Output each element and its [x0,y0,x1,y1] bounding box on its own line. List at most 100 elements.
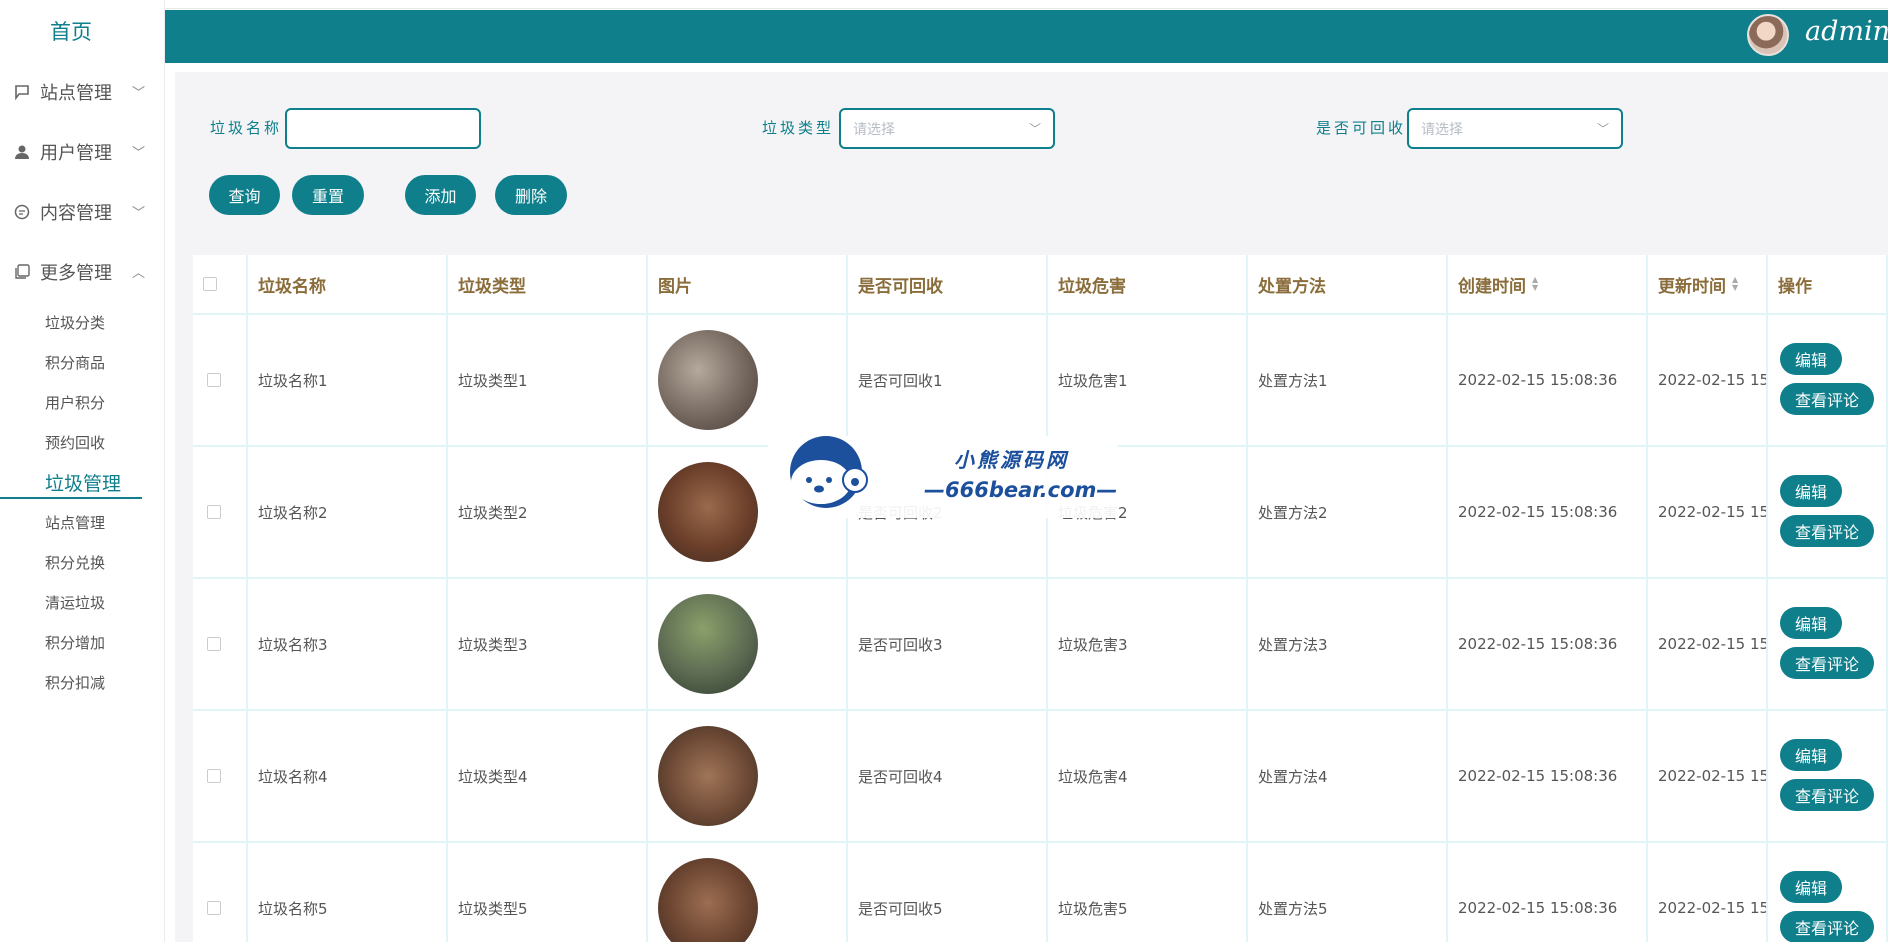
cell-updated: 2022-02-15 15 [1648,315,1768,447]
view-comments-button[interactable]: 查看评论 [1780,911,1874,942]
garbage-image[interactable] [658,858,758,942]
cell-method: 处置方法5 [1248,843,1448,942]
garbage-image[interactable] [658,330,758,430]
username[interactable]: admin [1805,16,1888,47]
edit-button[interactable]: 编辑 [1780,343,1842,375]
garbage-name-input[interactable] [285,108,481,149]
top-header [165,10,1888,63]
submenu-user-points[interactable]: 用户积分 [45,392,105,413]
cell-created: 2022-02-15 15:08:36 [1448,579,1648,711]
submenu-points-deduct[interactable]: 积分扣减 [45,672,105,693]
select-placeholder: 请选择 [853,121,895,138]
menu-label: 用户管理 [40,143,112,164]
submenu-points-add[interactable]: 积分增加 [45,632,105,653]
add-button[interactable]: 添加 [405,175,476,215]
row-checkbox[interactable] [207,769,221,783]
user-icon [13,143,31,161]
cell-actions: 编辑 查看评论 [1768,711,1888,843]
reset-button[interactable]: 重置 [292,175,364,215]
submenu-booking-recycle[interactable]: 预约回收 [45,432,105,453]
menu-more-management[interactable]: 更多管理 ︿ [0,256,150,288]
menu-content-management[interactable]: 内容管理 ﹀ [0,196,150,228]
menu-label: 更多管理 [40,263,112,284]
cell-updated: 2022-02-15 15 [1648,843,1768,942]
cell-type: 垃圾类型4 [448,711,648,843]
delete-button[interactable]: 删除 [495,175,567,215]
col-header-actions: 操作 [1768,255,1888,315]
cell-recyclable: 是否可回收1 [848,315,1048,447]
row-checkbox[interactable] [207,373,221,387]
col-header-updated-label: 更新时间 [1658,276,1726,297]
col-header-created[interactable]: 创建时间 ▲ ▼ [1448,255,1648,315]
copy-icon [13,263,31,281]
row-select-cell [193,711,248,843]
recyclable-select[interactable]: 请选择 ﹀ [1407,108,1623,149]
window-top-border [0,0,1888,9]
cell-method: 处置方法2 [1248,447,1448,579]
cell-recyclable: 是否可回收4 [848,711,1048,843]
cell-created: 2022-02-15 15:08:36 [1448,843,1648,942]
col-header-image: 图片 [648,255,848,315]
row-checkbox[interactable] [207,505,221,519]
cell-image [648,579,848,711]
garbage-image[interactable] [658,726,758,826]
edit-button[interactable]: 编辑 [1780,475,1842,507]
cell-image [648,711,848,843]
view-comments-button[interactable]: 查看评论 [1780,779,1874,811]
submenu-points-products[interactable]: 积分商品 [45,352,105,373]
cell-created: 2022-02-15 15:08:36 [1448,315,1648,447]
cell-type: 垃圾类型5 [448,843,648,942]
cell-method: 处置方法1 [1248,315,1448,447]
cell-name: 垃圾名称5 [248,843,448,942]
cell-hazard: 垃圾危害5 [1048,843,1248,942]
col-header-method: 处置方法 [1248,255,1448,315]
view-comments-button[interactable]: 查看评论 [1780,515,1874,547]
query-button[interactable]: 查询 [209,175,280,215]
filter-recyclable-label: 是否可回收 [1316,119,1407,137]
garbage-image[interactable] [658,462,758,562]
garbage-image[interactable] [658,594,758,694]
row-checkbox[interactable] [207,901,221,915]
cell-actions: 编辑 查看评论 [1768,843,1888,942]
avatar[interactable] [1747,14,1789,56]
cell-name: 垃圾名称1 [248,315,448,447]
chevron-down-icon: ﹀ [1028,122,1041,136]
cell-name: 垃圾名称2 [248,447,448,579]
filter-name-label: 垃圾名称 [210,119,283,137]
home-link[interactable]: 首页 [0,16,142,46]
submenu-points-exchange[interactable]: 积分兑换 [45,552,105,573]
select-all-checkbox[interactable] [203,277,217,291]
col-header-created-label: 创建时间 [1458,276,1526,297]
col-header-hazard: 垃圾危害 [1048,255,1248,315]
sort-icon[interactable]: ▲ ▼ [1532,276,1538,292]
cell-actions: 编辑 查看评论 [1768,579,1888,711]
menu-user-management[interactable]: 用户管理 ﹀ [0,136,150,168]
cell-updated: 2022-02-15 15 [1648,579,1768,711]
cell-created: 2022-02-15 15:08:36 [1448,447,1648,579]
cell-method: 处置方法4 [1248,711,1448,843]
row-checkbox[interactable] [207,637,221,651]
view-comments-button[interactable]: 查看评论 [1780,647,1874,679]
flag-icon [13,83,31,101]
col-header-updated[interactable]: 更新时间 ▲ ▼ [1648,255,1768,315]
menu-label: 站点管理 [40,83,112,104]
submenu-site-management[interactable]: 站点管理 [45,512,105,533]
cell-created: 2022-02-15 15:08:36 [1448,711,1648,843]
cell-recyclable: 是否可回收3 [848,579,1048,711]
view-comments-button[interactable]: 查看评论 [1780,383,1874,415]
garbage-type-select[interactable]: 请选择 ﹀ [839,108,1055,149]
menu-site-management[interactable]: 站点管理 ﹀ [0,76,150,108]
cell-recyclable: 是否可回收5 [848,843,1048,942]
edit-button[interactable]: 编辑 [1780,739,1842,771]
submenu-garbage-management[interactable]: 垃圾管理 [45,469,121,496]
edit-button[interactable]: 编辑 [1780,871,1842,903]
select-all-cell [193,255,248,315]
row-select-cell [193,579,248,711]
cell-hazard: 垃圾危害4 [1048,711,1248,843]
watermark: 小熊源码网 —666bear.com— [768,436,1118,518]
sort-icon[interactable]: ▲ ▼ [1732,276,1738,292]
submenu-clear-garbage[interactable]: 清运垃圾 [45,592,105,613]
submenu-garbage-category[interactable]: 垃圾分类 [45,312,105,333]
edit-button[interactable]: 编辑 [1780,607,1842,639]
sidebar: 首页 站点管理 ﹀ 用户管理 ﹀ 内容管理 ﹀ 更多管理 ︿ 垃圾分类 积分商品… [0,0,165,942]
